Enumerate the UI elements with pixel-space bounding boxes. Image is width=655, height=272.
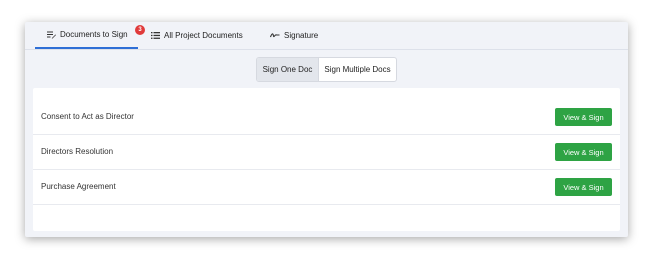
tab-label: All Project Documents [164, 30, 243, 40]
document-row: Purchase Agreement View & Sign [33, 170, 620, 205]
notification-badge: 3 [135, 25, 145, 35]
documents-window: Documents to Sign 3 All Project Document… [25, 22, 628, 237]
documents-list: Consent to Act as Director View & Sign D… [33, 88, 620, 231]
document-name: Directors Resolution [41, 147, 114, 156]
view-and-sign-button[interactable]: View & Sign [555, 178, 612, 196]
list-icon [151, 31, 160, 39]
signature-icon [270, 32, 280, 37]
sign-multiple-docs-button[interactable]: Sign Multiple Docs [319, 58, 396, 81]
tab-bar: Documents to Sign 3 All Project Document… [25, 22, 628, 50]
tab-signature[interactable]: Signature [270, 22, 318, 48]
tab-all-project-documents[interactable]: All Project Documents [151, 22, 243, 48]
tab-label: Signature [284, 30, 319, 40]
view-and-sign-button[interactable]: View & Sign [555, 143, 612, 161]
document-row: Consent to Act as Director View & Sign [33, 100, 620, 135]
edit-list-icon [47, 31, 56, 39]
tab-label: Documents to Sign [60, 30, 128, 39]
sign-mode-toggle: Sign One Doc Sign Multiple Docs [256, 57, 397, 82]
sign-one-doc-button[interactable]: Sign One Doc [257, 58, 319, 81]
document-name: Purchase Agreement [41, 182, 116, 191]
tab-documents-to-sign[interactable]: Documents to Sign 3 [35, 22, 145, 49]
view-and-sign-button[interactable]: View & Sign [555, 108, 612, 126]
document-row: Directors Resolution View & Sign [33, 135, 620, 170]
document-name: Consent to Act as Director [41, 112, 134, 121]
